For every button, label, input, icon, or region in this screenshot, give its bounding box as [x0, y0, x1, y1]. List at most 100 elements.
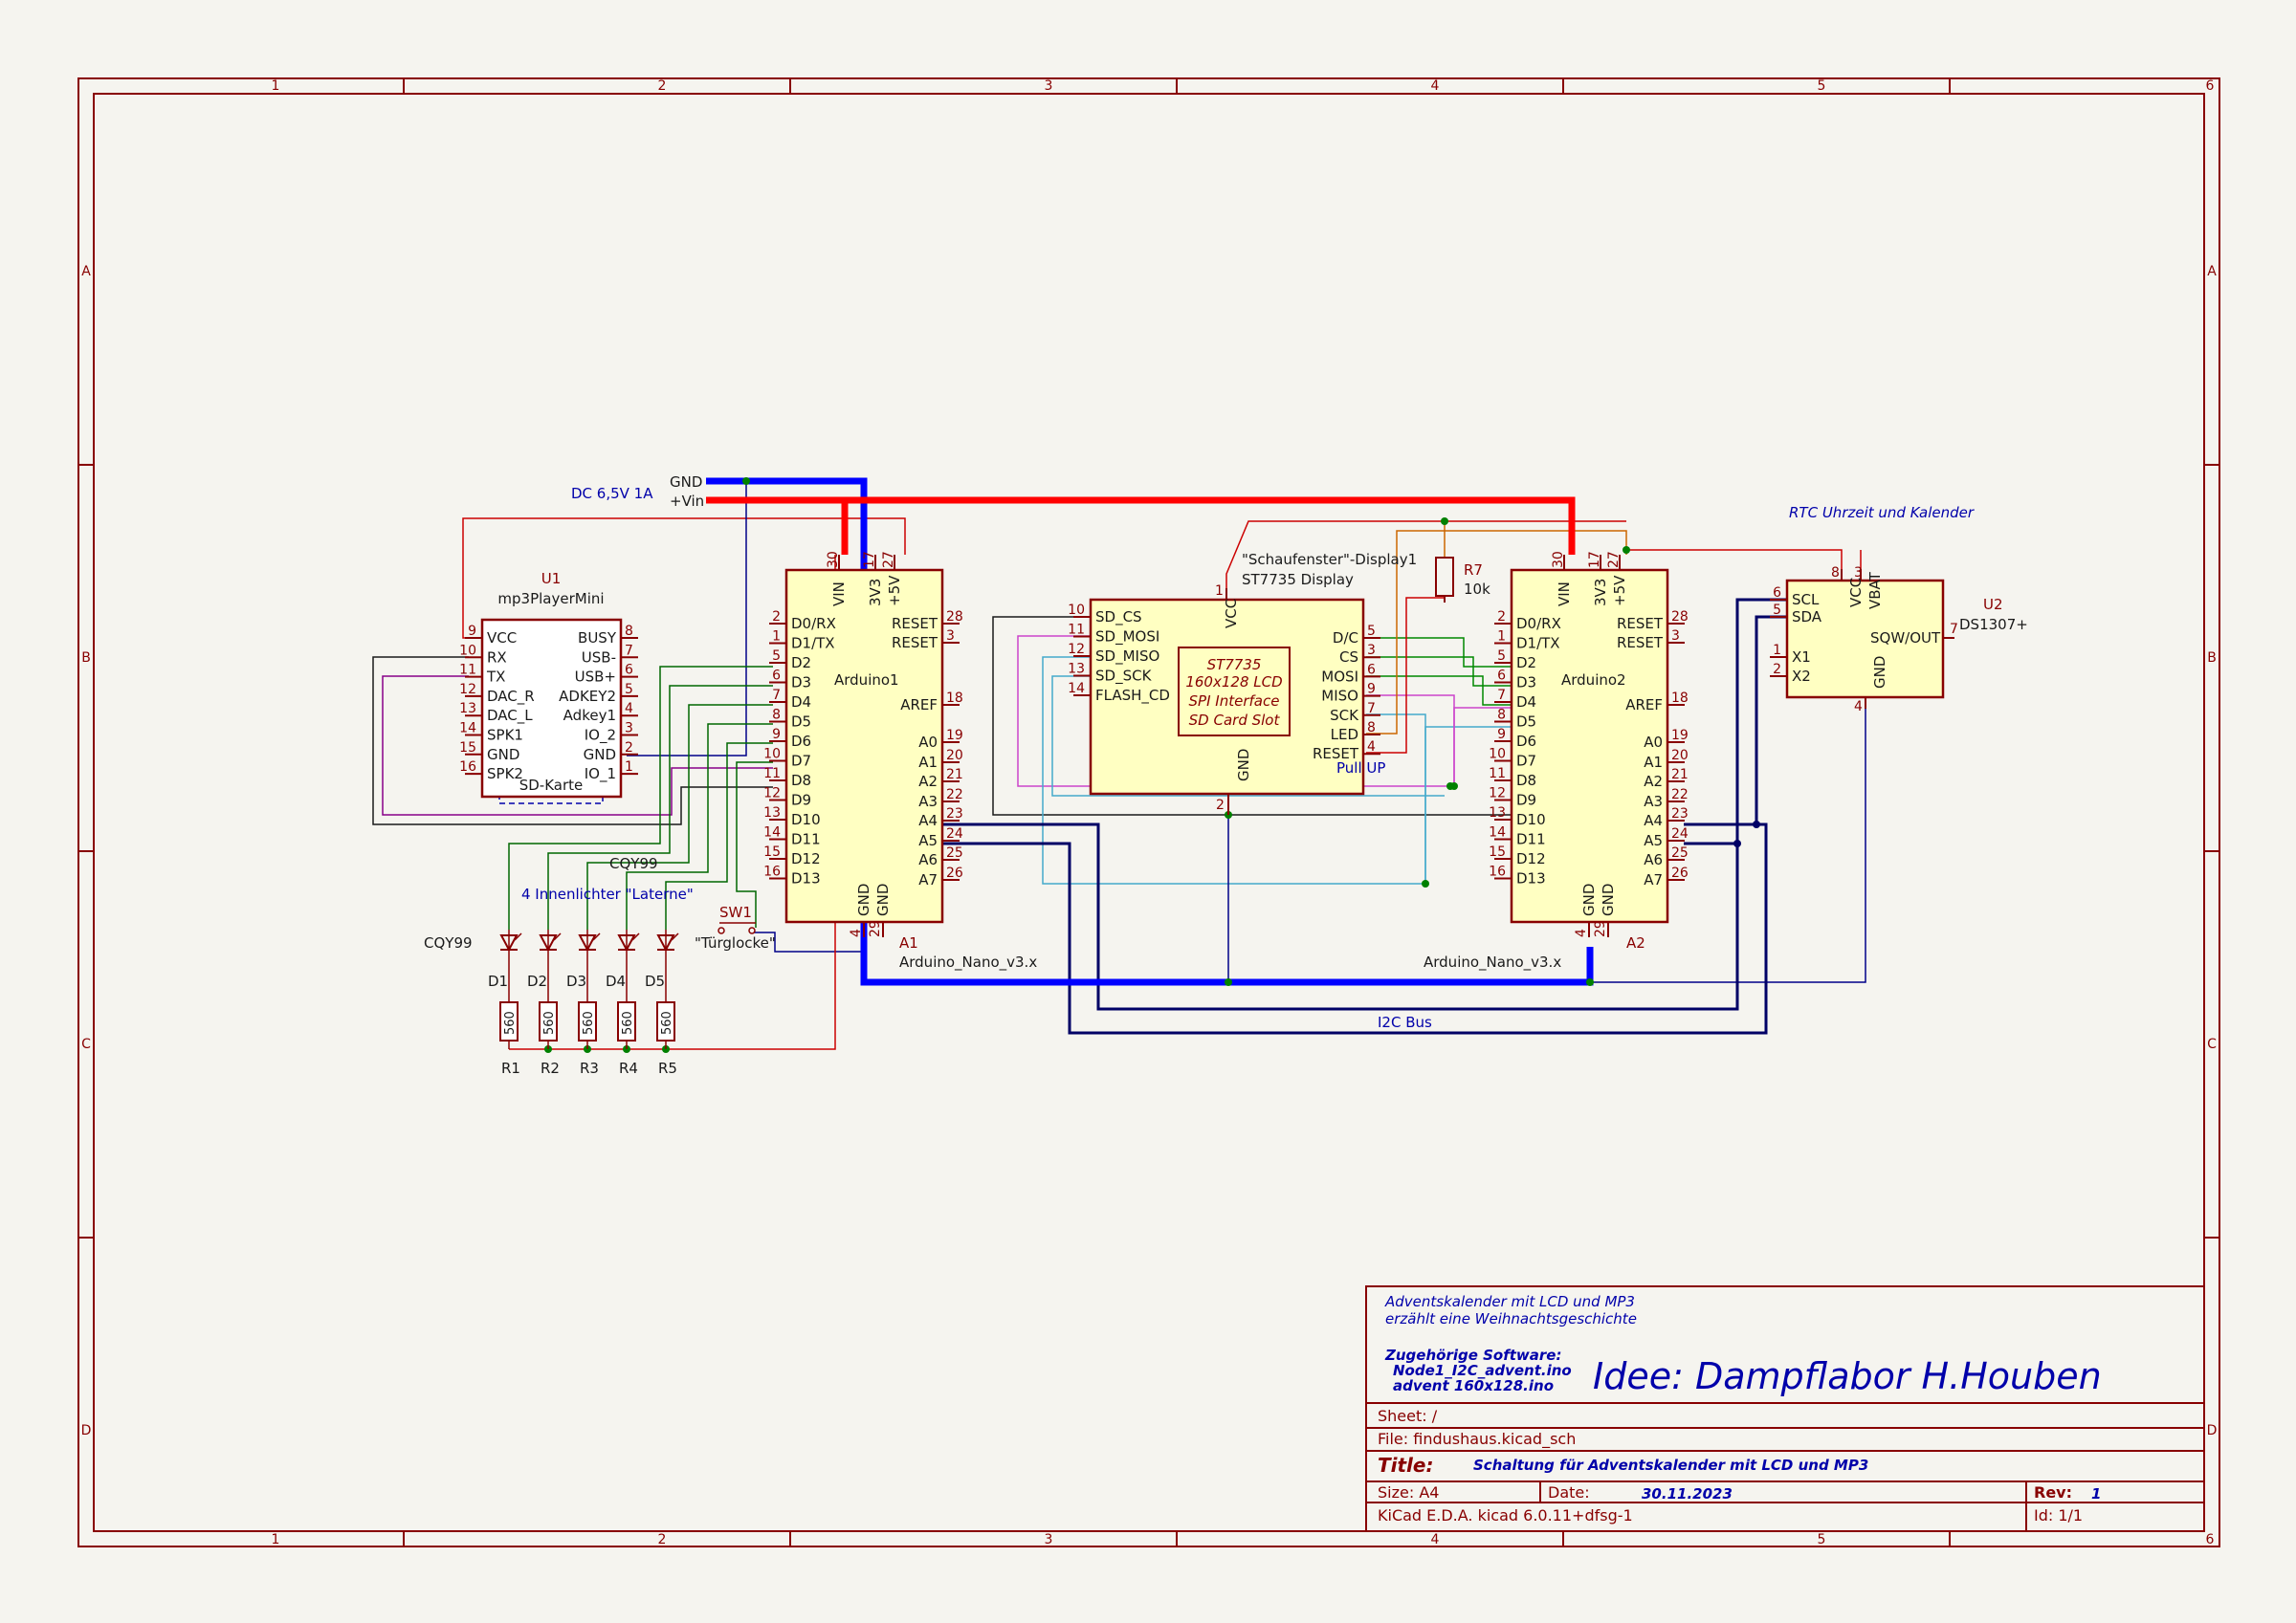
a1-left-pin-num: 14: [763, 825, 781, 841]
u1-right-pin-num: 4: [625, 701, 633, 716]
u2-ref: U2: [1983, 596, 2003, 613]
display-right-pin-name: LED: [1331, 726, 1358, 743]
a1-top-pin-name: VIN: [830, 581, 848, 606]
a1-left-pin-num: 9: [772, 727, 781, 742]
u1-left-pin-name: SPK1: [487, 727, 523, 744]
a2-right-pin-name: RESET: [1617, 615, 1664, 632]
display-left-pin-num: 13: [1068, 662, 1085, 677]
a1-left-pin-name: D9: [791, 792, 811, 809]
a2-bottom-pin-name: GND: [1580, 884, 1598, 916]
a1-right-pin-num: 26: [946, 866, 963, 881]
u1-left-pin-num: 12: [459, 682, 476, 697]
display-left-pin-name: FLASH_CD: [1095, 687, 1170, 705]
display-vcc-name: VCC: [1223, 599, 1240, 628]
a1-left-pin-num: 13: [763, 805, 781, 821]
a2-left-pin-num: 13: [1489, 805, 1506, 821]
a2-right-pin-num: 19: [1671, 728, 1689, 743]
a1-left-pin-num: 8: [772, 708, 781, 723]
u2-left-pin-num: 6: [1773, 585, 1781, 601]
a1-left-pin-num: 12: [763, 786, 781, 801]
a1-right-pin-num: 25: [946, 845, 963, 861]
a2-right-pin-name: A0: [1644, 734, 1663, 751]
arduino1-value: Arduino_Nano_v3.x: [899, 954, 1037, 972]
display-left-pin-name: SD_MOSI: [1095, 628, 1159, 647]
display-value: ST7735 Display: [1242, 571, 1354, 588]
r7-ref: R7: [1464, 561, 1483, 579]
tb-title-label: Title:: [1378, 1454, 1433, 1477]
tb-date: 30.11.2023: [1642, 1485, 1733, 1502]
u1-value: mp3PlayerMini: [497, 590, 604, 607]
a2-right-pin-num: 25: [1671, 845, 1689, 861]
display-inner-3: SD Card Slot: [1189, 712, 1281, 729]
a1-right-pin-num: 20: [946, 748, 963, 763]
u1-left-pin-num: 14: [459, 721, 476, 736]
r7-value: 10k: [1464, 581, 1490, 598]
display-right-pin-num: 3: [1367, 643, 1376, 658]
resistor-value: 560: [582, 1011, 596, 1035]
a2-left-pin-name: D10: [1516, 811, 1546, 828]
a1-left-pin-name: D12: [791, 850, 821, 867]
a2-left-pin-name: D4: [1516, 693, 1536, 711]
a1-left-pin-num: 2: [772, 609, 781, 625]
a1-left-pin-name: D6: [791, 733, 811, 750]
u1-left-pin-num: 13: [459, 701, 476, 716]
a2-left-pin-name: D1/TX: [1516, 635, 1560, 652]
a2-top-pin-num: 30: [1551, 551, 1566, 568]
u2-left-pin-name: X1: [1792, 648, 1811, 666]
a1-left-pin-name: D3: [791, 674, 811, 691]
frame-col-6-top: 6: [2206, 78, 2215, 94]
schematic-sheet: 1 2 3 4 5 6 1 2 3 4 5 6 A B C D A B C D: [77, 77, 2220, 1547]
a2-left-pin-num: 7: [1497, 688, 1506, 703]
led-ref: D1: [488, 973, 508, 990]
a2-right-pin-num: 21: [1671, 767, 1689, 782]
arduino2-value: Arduino_Nano_v3.x: [1424, 954, 1561, 972]
a2-left-pin-num: 10: [1489, 747, 1506, 762]
a1-left-pin-name: D4: [791, 693, 811, 711]
resistor-ref: R5: [658, 1060, 677, 1077]
frame-col-4-bottom: 4: [1431, 1532, 1440, 1547]
a2-top-pin-num: 27: [1606, 551, 1622, 568]
frame-row-b-left: B: [81, 650, 91, 666]
a1-top-pin-name: +5V: [886, 575, 903, 606]
resistor-ref: R4: [619, 1060, 638, 1077]
a2-left-pin-num: 11: [1489, 766, 1506, 781]
a2-right-pin-num: 20: [1671, 748, 1689, 763]
resistor-value: 560: [621, 1011, 635, 1035]
a1-bottom-pin-name: GND: [874, 884, 892, 916]
a2-left-pin-num: 16: [1489, 865, 1506, 880]
a2-left-pin-name: D9: [1516, 792, 1536, 809]
frame-col-5-top: 5: [1818, 78, 1826, 94]
tb-desc1: Adventskalender mit LCD und MP3: [1384, 1293, 1635, 1310]
a1-left-pin-name: D1/TX: [791, 635, 835, 652]
a2-right-pin-name: A7: [1644, 871, 1663, 888]
a2-right-pin-num: 18: [1671, 691, 1689, 706]
a1-right-pin-name: A3: [918, 793, 938, 810]
r7-resistor: R7 10k: [1435, 557, 1490, 603]
display-right-pin-num: 7: [1367, 701, 1376, 716]
u1-right-pin-name: Adkey1: [563, 707, 616, 724]
frame-col-2-bottom: 2: [658, 1532, 667, 1547]
u1-right-pin-name: USB+: [575, 669, 616, 686]
resistor-value: 560: [542, 1011, 557, 1035]
a1-right-pin-num: 21: [946, 767, 963, 782]
a2-right-pin-num: 22: [1671, 787, 1689, 802]
u1-right-pin-num: 7: [625, 643, 633, 658]
frame-col-6-bottom: 6: [2206, 1532, 2215, 1547]
display-ref: "Schaufenster"-Display1: [1242, 551, 1417, 568]
a2-left-pin-name: D12: [1516, 850, 1546, 867]
a1-left-pin-num: 7: [772, 688, 781, 703]
tb-title: Schaltung für Adventskalender mit LCD un…: [1473, 1457, 1868, 1474]
frame-row-a-left: A: [81, 264, 91, 279]
u2-vcc-num: 8: [1831, 565, 1840, 581]
a1-bottom-pin-num: 29: [868, 920, 883, 937]
a2-right-pin-name: A4: [1644, 812, 1663, 829]
display-right-pin-name: MOSI: [1321, 668, 1358, 685]
a2-left-pin-num: 15: [1489, 844, 1506, 860]
a1-left-pin-name: D7: [791, 753, 811, 770]
a1-right-pin-name: A5: [918, 832, 938, 849]
a1-left-pin-name: D11: [791, 831, 821, 848]
u1-mp3-player: U1 mp3PlayerMini 9 VCC10 RX11 TX12 DAC_R13 DA…: [459, 570, 638, 799]
a2-top-pin-num: 17: [1587, 551, 1602, 568]
display-right-pin-num: 4: [1367, 739, 1376, 755]
a1-left-pin-name: D5: [791, 713, 811, 731]
